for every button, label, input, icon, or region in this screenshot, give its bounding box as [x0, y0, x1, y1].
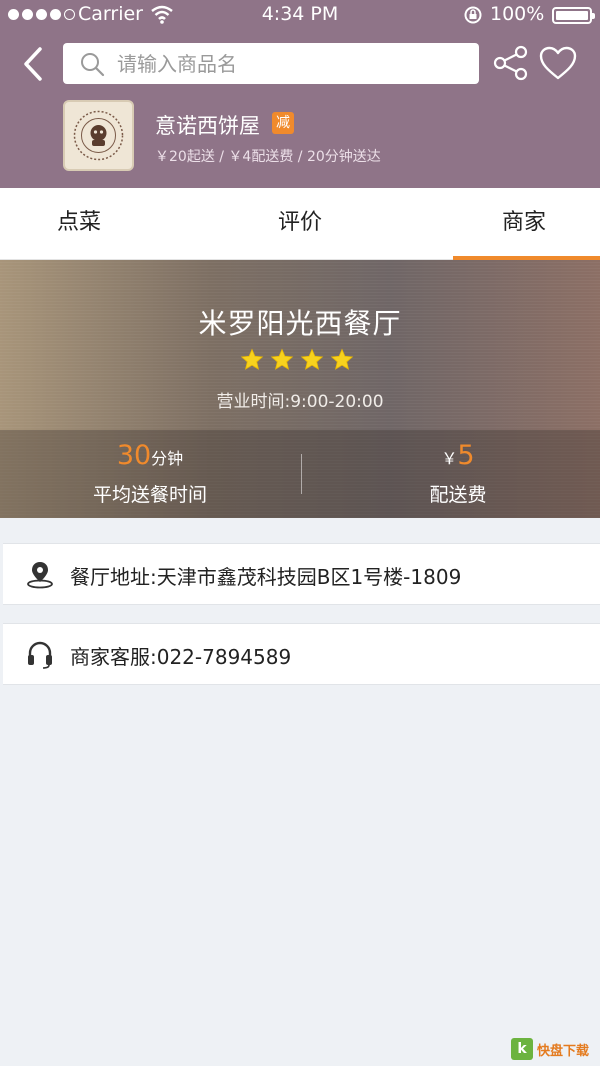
fee-currency: ￥ — [441, 449, 458, 468]
restaurant-name: 米罗阳光西餐厅 — [198, 307, 402, 340]
avg-delivery-unit: 分钟 — [151, 449, 184, 468]
merchant-banner: 米罗阳光西餐厅 营业时间:9:00-20:00 30分钟 平均送餐时间 ￥5 配… — [0, 260, 600, 518]
search-bar[interactable] — [63, 43, 479, 84]
avg-delivery-label: 平均送餐时间 — [92, 484, 207, 506]
delivery-fee: ￥5 配送费 — [308, 430, 600, 518]
status-bar: Carrier 4:34 PM 100% — [0, 0, 600, 30]
star-icon — [330, 348, 354, 370]
avg-delivery-time: 30分钟 平均送餐时间 — [0, 430, 300, 518]
star-icon — [300, 348, 324, 370]
battery-percent: 100% — [490, 3, 545, 25]
tab-reviews[interactable]: 评价 — [225, 188, 375, 260]
watermark-mark: k — [511, 1038, 533, 1060]
discount-badge: 减 — [272, 112, 294, 134]
watermark-text: 快盘下载 — [537, 1043, 590, 1059]
star-icon — [240, 348, 264, 370]
business-hours: 营业时间:9:00-20:00 — [216, 392, 384, 412]
watermark-logo: k 快盘下载 — [511, 1036, 597, 1062]
shop-name: 意诺西饼屋 — [155, 114, 260, 138]
stats-divider — [301, 454, 302, 494]
fee-value: 5 — [457, 440, 475, 471]
fee-label: 配送费 — [429, 484, 487, 506]
delivery-stats: 30分钟 平均送餐时间 ￥5 配送费 — [0, 430, 600, 518]
tab-menu[interactable]: 点菜 — [4, 188, 154, 260]
headset-icon — [28, 641, 52, 669]
star-icon — [270, 348, 294, 370]
tab-merchant[interactable]: 商家 — [449, 188, 599, 260]
tab-bar: 点菜 评价 商家 — [0, 188, 600, 260]
service-phone-text: 商家客服:022-7894589 — [70, 645, 292, 669]
address-text: 餐厅地址:天津市鑫茂科技园B区1号楼-1809 — [70, 565, 462, 589]
search-icon — [81, 52, 105, 76]
location-pin-icon — [27, 562, 53, 589]
address-row[interactable]: 餐厅地址:天津市鑫茂科技园B区1号楼-1809 — [3, 543, 600, 605]
back-arrow-icon[interactable] — [18, 46, 48, 82]
avg-delivery-value: 30 — [116, 440, 152, 471]
header: Carrier 4:34 PM 100% 请输入商品名 意诺西饼屋 减 ￥20起… — [0, 0, 600, 188]
bakery-emblem-icon — [73, 110, 124, 161]
customer-service-row[interactable]: 商家客服:022-7894589 — [3, 623, 600, 685]
heart-icon[interactable] — [538, 45, 578, 81]
rating-stars — [240, 348, 354, 372]
share-icon[interactable] — [492, 44, 530, 82]
shop-delivery-info: ￥20起送 / ￥4配送费 / 20分钟送达 — [155, 149, 381, 165]
battery-icon — [552, 7, 595, 24]
shop-logo — [63, 100, 134, 171]
rotation-lock-icon — [464, 6, 482, 24]
search-input[interactable] — [117, 51, 457, 76]
